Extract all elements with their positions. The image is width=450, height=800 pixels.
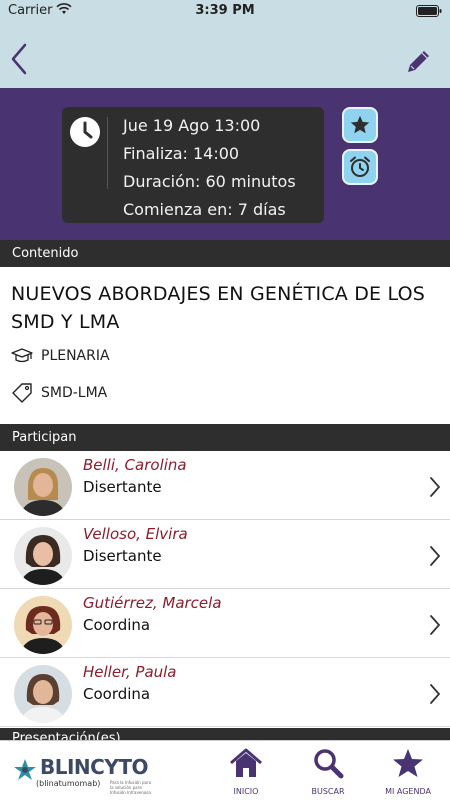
section-header-participants: Participan — [0, 424, 450, 451]
session-type: PLENARIA — [41, 348, 110, 364]
tab-search[interactable]: BUSCAR — [298, 745, 358, 797]
nav-bar — [0, 22, 450, 88]
participant-row[interactable]: Gutiérrez, Marcela Coordina — [0, 590, 450, 658]
divider — [107, 117, 108, 189]
session-tag-row: SMD-LMA — [11, 381, 107, 405]
tab-home-label: INICIO — [233, 787, 259, 796]
home-icon — [230, 748, 262, 777]
alarm-clock-icon — [350, 156, 370, 177]
alarm-button[interactable] — [342, 149, 378, 185]
star-icon — [350, 115, 370, 134]
event-end: Finaliza: 14:00 — [123, 144, 240, 163]
tab-agenda[interactable]: MI AGENDA — [378, 745, 438, 797]
chevron-left-icon — [11, 43, 27, 75]
event-time-card: Jue 19 Ago 13:00 Finaliza: 14:00 Duració… — [62, 107, 324, 223]
star-icon — [393, 749, 423, 777]
session-tag: SMD-LMA — [41, 385, 108, 401]
avatar — [14, 665, 72, 723]
chevron-right-icon — [430, 615, 441, 635]
avatar — [14, 596, 72, 654]
event-date: Jue 19 Ago 13:00 — [123, 116, 261, 135]
participant-name: Belli, Carolina — [83, 456, 187, 474]
avatar — [14, 527, 72, 585]
status-bar: Carrier 3:39 PM — [0, 0, 450, 22]
event-duration: Duración: 60 minutos — [123, 172, 296, 191]
tab-agenda-label: MI AGENDA — [385, 787, 431, 796]
tab-home[interactable]: INICIO — [216, 745, 276, 797]
tab-bar: BLINCYTO (blinatumomab) Para la Infusión… — [0, 740, 450, 800]
event-starts-in: Comienza en: 7 días — [123, 200, 286, 219]
chevron-right-icon — [430, 477, 441, 497]
session-type-row: PLENARIA — [11, 344, 110, 368]
clock-time: 3:39 PM — [195, 3, 255, 18]
participant-name: Velloso, Elvira — [83, 525, 188, 543]
participant-role: Coordina — [83, 616, 151, 634]
back-button[interactable] — [8, 42, 32, 76]
tab-search-label: BUSCAR — [311, 787, 345, 796]
logo-mark-icon — [14, 759, 36, 780]
participant-role: Coordina — [83, 685, 151, 703]
chevron-right-icon — [430, 546, 441, 566]
graduation-cap-icon — [11, 348, 33, 363]
participant-name: Gutiérrez, Marcela — [83, 594, 222, 612]
blincyto-logo: BLINCYTO (blinatumomab) Para la Infusión… — [10, 755, 152, 795]
edit-button[interactable] — [404, 46, 434, 76]
participant-row[interactable]: Velloso, Elvira Disertante — [0, 521, 450, 589]
avatar — [14, 458, 72, 516]
participant-row[interactable]: Belli, Carolina Disertante — [0, 452, 450, 520]
battery-icon — [416, 5, 442, 17]
logo-wordmark: BLINCYTO — [40, 755, 148, 779]
search-icon — [314, 749, 344, 779]
logo-subtitle: (blinatumomab) — [36, 779, 101, 788]
favorite-button[interactable] — [342, 107, 378, 143]
session-title: NUEVOS ABORDAJES EN GENÉTICA DE LOS SMD … — [11, 283, 426, 333]
tag-icon — [12, 383, 32, 403]
participant-role: Disertante — [83, 547, 162, 565]
clock-icon — [70, 117, 100, 147]
participant-name: Heller, Paula — [83, 663, 177, 681]
event-header: Jue 19 Ago 13:00 Finaliza: 14:00 Duració… — [0, 88, 450, 240]
logo-fine-print: Para la Infusión para la solución para I… — [110, 780, 152, 795]
section-header-content: Contenido — [0, 240, 450, 267]
pencil-icon — [408, 51, 429, 72]
participant-role: Disertante — [83, 478, 162, 496]
participant-row[interactable]: Heller, Paula Coordina — [0, 659, 450, 727]
chevron-right-icon — [430, 684, 441, 704]
